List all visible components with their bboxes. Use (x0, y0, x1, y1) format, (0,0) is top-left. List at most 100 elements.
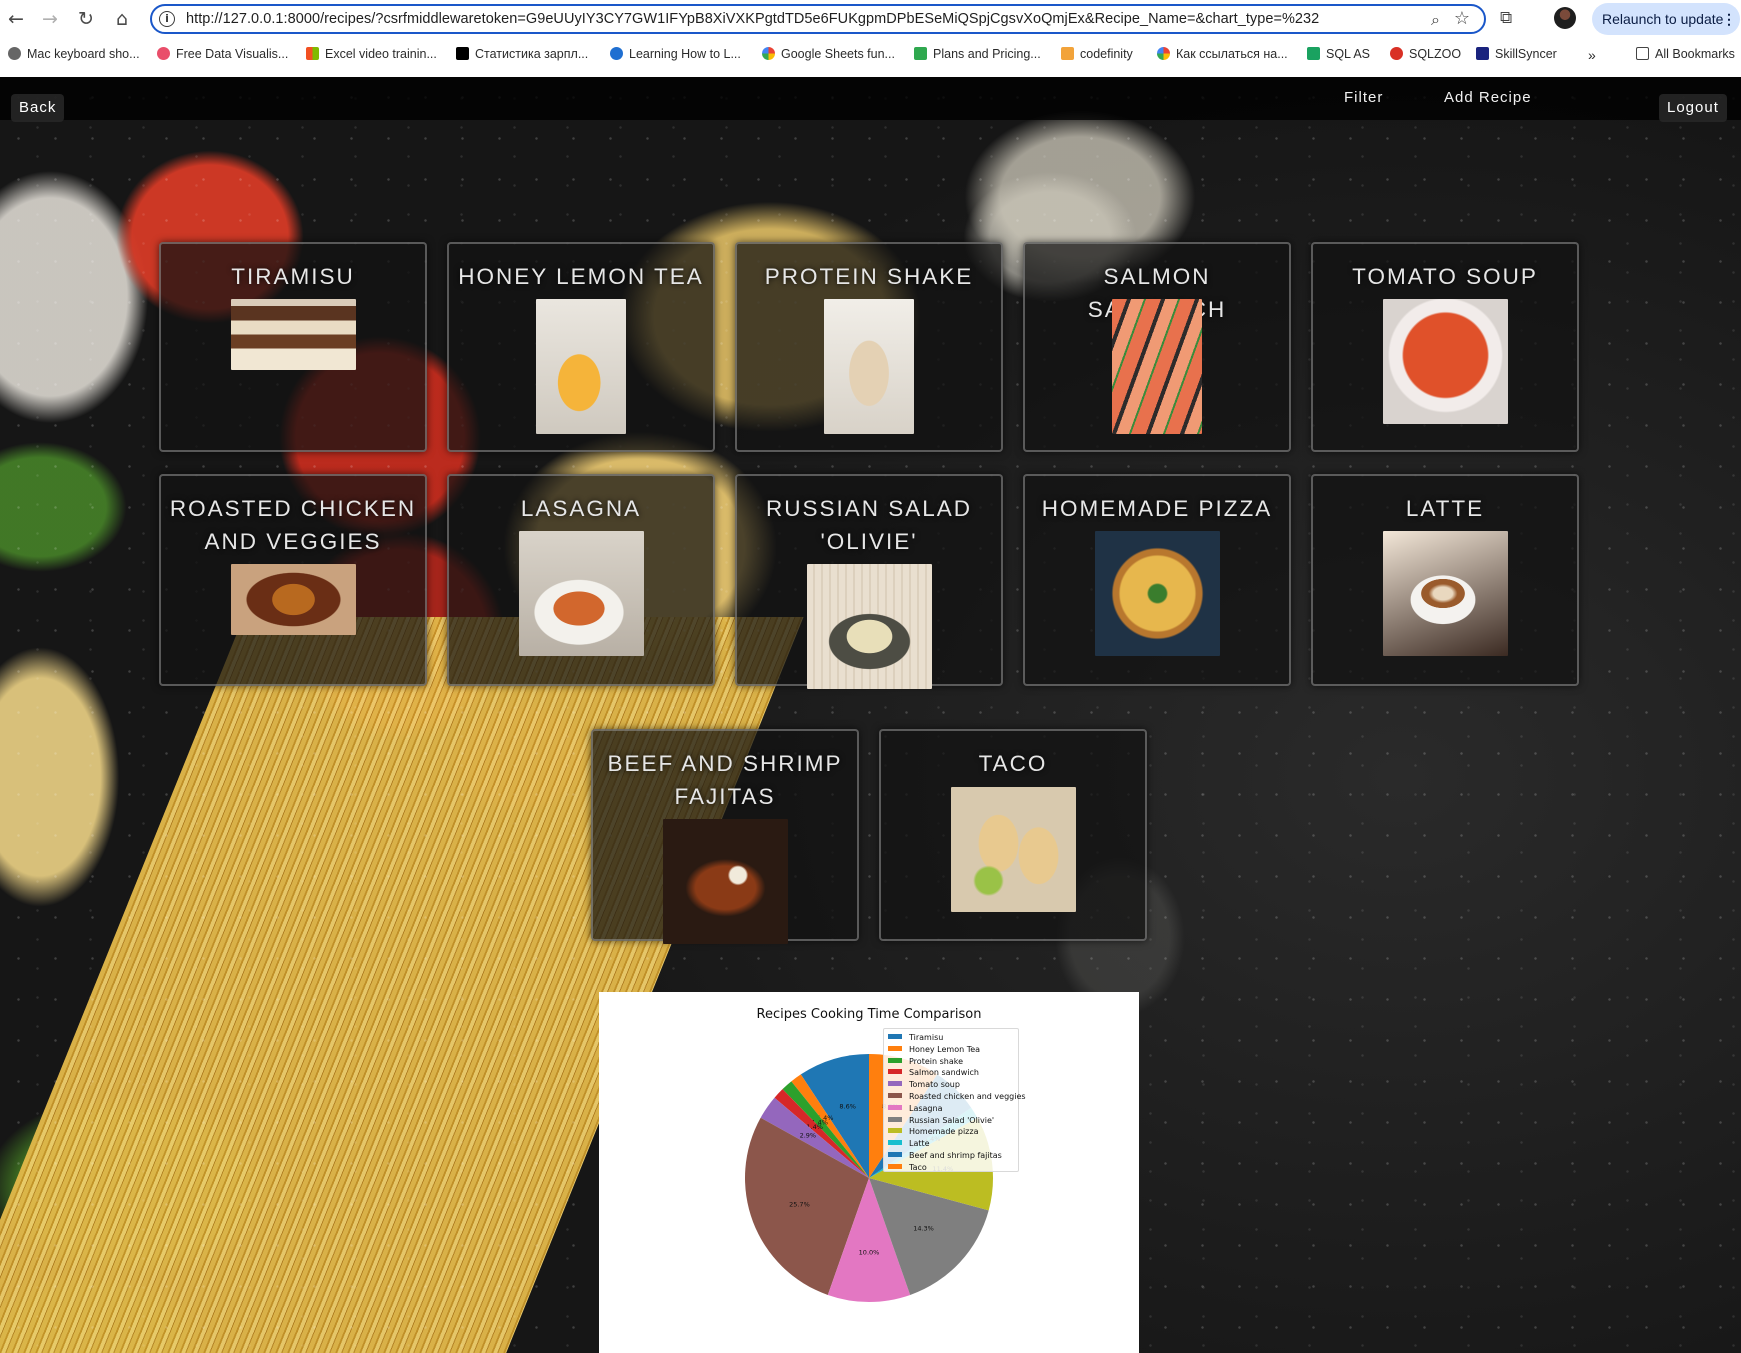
legend-swatch (888, 1092, 902, 1098)
recipe-card-salmon-sandwich[interactable]: Salmon Sandwich (1023, 242, 1291, 452)
legend-swatch (888, 1045, 902, 1051)
address-bar[interactable]: i http://127.0.0.1:8000/recipes/?csrfmid… (150, 4, 1486, 34)
url-text[interactable]: http://127.0.0.1:8000/recipes/?csrfmiddl… (186, 11, 1319, 27)
relaunch-label: Relaunch to update (1602, 11, 1724, 27)
legend-label: Salmon sandwich (909, 1068, 979, 1078)
recipe-card-tiramisu[interactable]: Tiramisu (159, 242, 427, 452)
legend-label: Honey Lemon Tea (909, 1044, 981, 1054)
recipe-card-honey-lemon-tea[interactable]: Honey Lemon Tea (447, 242, 715, 452)
recipes-page: Back Filter Add Recipe Logout Tiramisu H… (0, 77, 1741, 1353)
bookmark-label: codefinity (1080, 47, 1133, 61)
bookmark-item[interactable]: Как ссылаться на... (1157, 47, 1288, 61)
add-recipe-link[interactable]: Add Recipe (1444, 89, 1532, 106)
bookmark-label: SQL AS (1326, 47, 1371, 61)
legend-swatch (888, 1140, 902, 1146)
google-icon (1157, 47, 1170, 60)
legend-label: Lasagna (909, 1103, 943, 1113)
bookmark-item[interactable]: Статистика зарпл... (456, 47, 588, 61)
browser-chrome: ← → ↻ ⌂ i http://127.0.0.1:8000/recipes/… (0, 0, 1741, 77)
legend-swatch (888, 1151, 902, 1157)
lasagna-photo (519, 531, 644, 656)
legend-item: Russian Salad 'Olivie' (888, 1115, 1018, 1127)
legend-swatch (888, 1128, 902, 1134)
legend-swatch (888, 1034, 902, 1039)
bookmark-label: Learning How to L... (629, 47, 741, 61)
recipe-card-homemade-pizza[interactable]: Homemade Pizza (1023, 474, 1291, 686)
latte-photo (1383, 531, 1508, 656)
more-bookmarks-icon[interactable]: » (1588, 47, 1596, 63)
tomato-soup-photo (1383, 299, 1508, 424)
bookmark-favicon-icon (914, 47, 927, 60)
protein-shake-photo (824, 299, 914, 434)
legend-label: Protein shake (909, 1056, 963, 1066)
recipe-card-protein-shake[interactable]: Protein Shake (735, 242, 1003, 452)
legend-swatch (888, 1081, 902, 1087)
recipe-card-fajitas[interactable]: Beef and Shrimp Fajitas (591, 729, 859, 944)
legend-label: Latte (909, 1139, 930, 1149)
legend-item: Protein shake (888, 1056, 1018, 1068)
kebab-menu-icon[interactable]: ⋮ (1722, 3, 1736, 35)
bookmark-item[interactable]: Mac keyboard sho... (8, 47, 140, 61)
bookmark-item[interactable]: codefinity (1061, 47, 1133, 61)
recipe-title: Lasagna (520, 496, 642, 521)
salmon-sandwich-photo (1112, 299, 1202, 434)
bookmark-label: Статистика зарпл... (475, 47, 589, 61)
recipe-card-tomato-soup[interactable]: Tomato Soup (1311, 242, 1579, 452)
forward-arrow-icon[interactable]: → (38, 7, 62, 31)
legend-swatch (888, 1057, 902, 1063)
all-bookmarks-label: All Bookmarks (1655, 47, 1735, 61)
legend-item: Homemade pizza (888, 1126, 1018, 1138)
google-icon (762, 47, 775, 60)
bookmark-label: SkillSyncer (1495, 47, 1557, 61)
legend-label: Tomato soup (909, 1080, 960, 1090)
legend-label: Homemade pizza (909, 1127, 979, 1137)
bookmark-item[interactable]: Google Sheets fun... (762, 47, 895, 61)
home-icon[interactable]: ⌂ (110, 7, 134, 31)
bookmark-label: Excel video trainin... (325, 47, 437, 61)
recipe-title: Russian Salad 'Olivie' (765, 496, 973, 554)
legend-swatch (888, 1104, 902, 1110)
legend-item: Roasted chicken and veggies (888, 1091, 1026, 1103)
bookmark-item[interactable]: Excel video trainin... (306, 47, 437, 61)
bookmark-item[interactable]: SQLZOO (1390, 47, 1461, 61)
bookmark-label: Plans and Pricing... (933, 47, 1041, 61)
bookmark-label: Mac keyboard sho... (27, 47, 140, 61)
zoom-icon[interactable]: ⌕ (1431, 10, 1440, 30)
pie-slice-label: 8.6% (839, 1103, 856, 1111)
bookmark-item[interactable]: Free Data Visualis... (157, 47, 288, 61)
roasted-chicken-photo (231, 564, 356, 635)
recipe-card-lasagna[interactable]: Lasagna (447, 474, 715, 686)
recipe-title: Homemade Pizza (1041, 496, 1273, 521)
site-info-icon[interactable]: i (159, 11, 175, 27)
recipe-card-latte[interactable]: Latte (1311, 474, 1579, 686)
tiramisu-photo (231, 299, 356, 370)
relaunch-button[interactable]: Relaunch to update ⋮ (1592, 3, 1740, 35)
recipe-card-taco[interactable]: Taco (879, 729, 1147, 941)
back-arrow-icon[interactable]: ← (4, 7, 28, 31)
legend-label: Roasted chicken and veggies (909, 1091, 1026, 1101)
filter-link[interactable]: Filter (1344, 89, 1383, 106)
recipe-card-roasted-chicken[interactable]: Roasted Chicken and Veggies (159, 474, 427, 686)
extensions-icon[interactable]: ⧉ (1500, 8, 1520, 28)
recipe-card-russian-salad[interactable]: Russian Salad 'Olivie' (735, 474, 1003, 689)
legend-item: Tomato soup (888, 1079, 1018, 1091)
bookmark-item[interactable]: Learning How to L... (610, 47, 741, 61)
legend-item: Honey Lemon Tea (888, 1044, 1018, 1056)
legend-label: Tiramisu (909, 1033, 944, 1042)
bookmark-item[interactable]: Plans and Pricing... (914, 47, 1041, 61)
taco-photo (951, 787, 1076, 912)
all-bookmarks-button[interactable]: All Bookmarks (1636, 47, 1735, 61)
bookmark-star-icon[interactable]: ☆ (1454, 8, 1470, 29)
bookmark-label: SQLZOO (1409, 47, 1462, 61)
pie-slice-label: 2.9% (800, 1132, 817, 1140)
logout-button[interactable]: Logout (1659, 94, 1727, 122)
microsoft-icon (306, 47, 319, 60)
back-button[interactable]: Back (11, 94, 65, 122)
legend-swatch (888, 1069, 902, 1075)
recipe-title: Tomato Soup (1352, 264, 1538, 289)
bookmark-item[interactable]: SQL AS (1307, 47, 1370, 61)
apple-icon (8, 47, 21, 60)
reload-icon[interactable]: ↻ (74, 7, 98, 31)
bookmark-item[interactable]: SkillSyncer (1476, 47, 1557, 61)
avatar[interactable] (1554, 7, 1576, 29)
